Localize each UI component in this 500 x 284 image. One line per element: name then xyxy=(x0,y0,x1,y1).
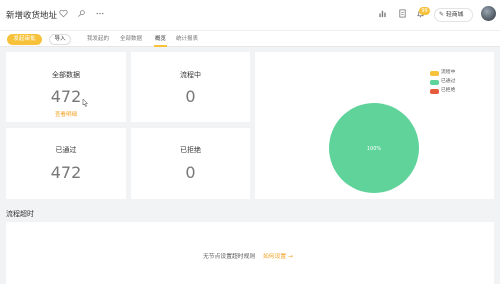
legend-item[interactable]: 已拒绝 xyxy=(430,88,455,94)
stat-value: 472 xyxy=(50,87,82,106)
section-title-timeout: 流程超时 xyxy=(6,210,34,218)
avatar[interactable] xyxy=(481,6,496,21)
chart-icon[interactable] xyxy=(377,9,387,19)
import-button[interactable]: 导入 xyxy=(49,34,71,45)
pie-slice-label: 100% xyxy=(367,146,382,152)
stat-value: 0 xyxy=(185,87,196,106)
stat-label: 全部数据 xyxy=(52,71,80,79)
tab-overview[interactable]: 概览 xyxy=(155,35,166,43)
how-to-configure-link[interactable]: 如何设置 → xyxy=(263,251,293,260)
legend-label: 流程中 xyxy=(441,70,456,75)
status-pie-chart: 100% xyxy=(329,103,419,193)
active-tab-indicator xyxy=(154,45,167,47)
pin-small-icon: ✎ xyxy=(439,11,445,18)
start-approval-button[interactable]: 发起审批 xyxy=(7,34,42,45)
stat-value: 0 xyxy=(185,163,196,182)
empty-state-text: 无节点设置超时规则 xyxy=(203,254,256,260)
pointer-cursor-icon xyxy=(82,98,89,107)
stat-value: 472 xyxy=(50,163,82,182)
stat-card-in-progress: 流程中 0 xyxy=(131,52,250,122)
view-details-link[interactable]: 查看明细 xyxy=(6,110,126,118)
notification-badge: 99 xyxy=(419,7,430,15)
stat-card-rejected: 已拒绝 0 xyxy=(131,128,250,199)
tab-all-data[interactable]: 全部数据 xyxy=(120,35,142,43)
pin-icon[interactable] xyxy=(77,9,86,21)
shop-button[interactable]: ✎ 轻商城 xyxy=(434,8,473,22)
tab-bar: 发起审批 导入 我发起的 全部数据 概览 统计报表 xyxy=(0,30,500,47)
legend-label: 已拒绝 xyxy=(441,88,456,93)
status-chart-card: 100% xyxy=(255,52,494,199)
shop-label: 轻商城 xyxy=(446,12,464,18)
stat-card-approved: 已通过 472 xyxy=(6,128,126,199)
legend-item[interactable]: 已通过 xyxy=(430,79,455,85)
page-title: 新增收货地址 xyxy=(6,11,58,21)
legend-swatch xyxy=(430,70,439,76)
tab-mine[interactable]: 我发起的 xyxy=(87,35,109,43)
top-bar: 新增收货地址 99 ✎ 轻商城 xyxy=(0,0,500,30)
more-icon[interactable] xyxy=(95,9,105,21)
tab-reports[interactable]: 统计报表 xyxy=(176,35,198,43)
stat-label: 流程中 xyxy=(180,71,201,79)
legend-swatch xyxy=(430,79,439,85)
legend-item[interactable]: 流程中 xyxy=(430,70,455,76)
stat-card-all: 全部数据 472 查看明细 xyxy=(6,52,126,122)
legend-label: 已通过 xyxy=(441,79,456,84)
document-icon[interactable] xyxy=(397,9,407,19)
stat-label: 已通过 xyxy=(55,146,77,154)
heart-icon[interactable] xyxy=(59,9,68,21)
stat-label: 已拒绝 xyxy=(180,146,201,154)
legend-swatch xyxy=(430,88,439,94)
